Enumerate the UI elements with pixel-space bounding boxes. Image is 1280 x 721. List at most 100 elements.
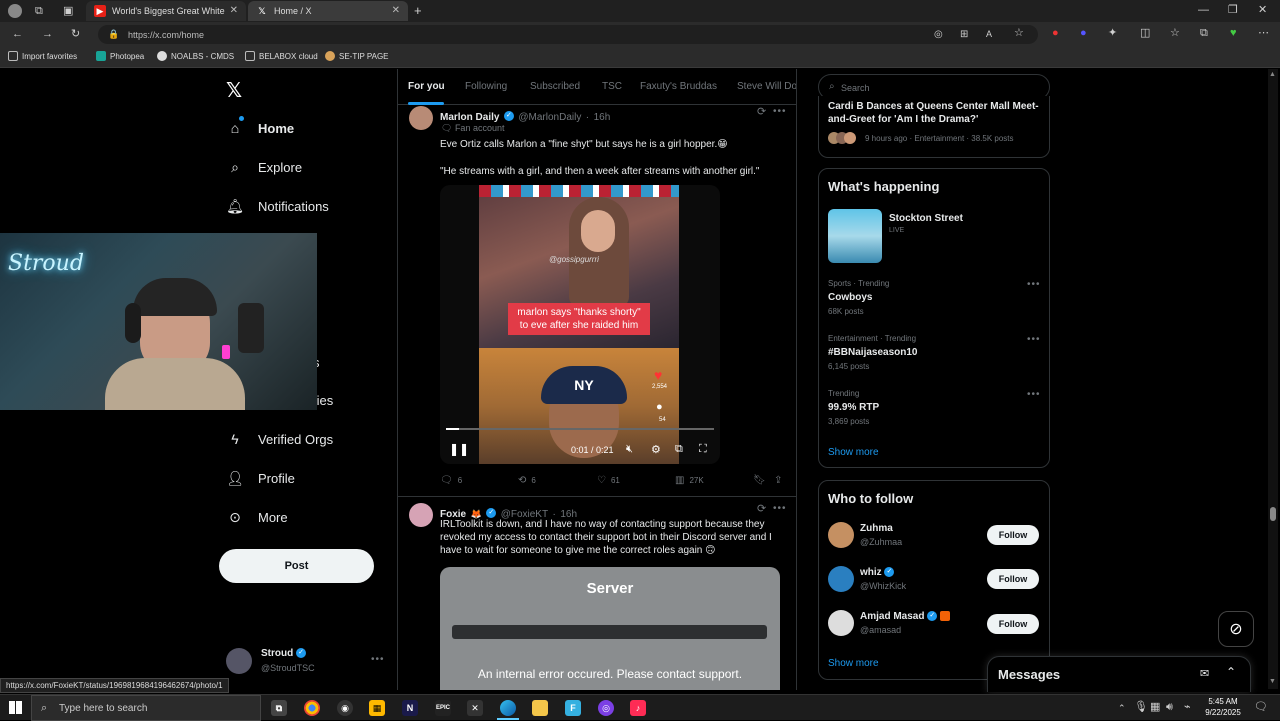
post-foxie[interactable]: Foxie 🦊 ✓ @FoxieKT · 16h ⟳ ••• IRLToolki… bbox=[398, 498, 796, 690]
file-explorer-icon[interactable] bbox=[532, 700, 548, 716]
app-purple-icon[interactable]: ◎ bbox=[598, 700, 614, 716]
follow-button-amjad[interactable]: Follow bbox=[987, 614, 1039, 634]
favorite-star-icon[interactable]: ☆ bbox=[1014, 28, 1024, 39]
tiktok-icon[interactable]: ♪ bbox=[630, 700, 646, 716]
scrollbar-up-icon[interactable]: ▲ bbox=[1269, 71, 1276, 78]
nav-notifications[interactable]: 🔔︎ Notifications bbox=[226, 196, 329, 216]
maximize-icon[interactable]: ❐ bbox=[1228, 5, 1238, 16]
avatar[interactable] bbox=[828, 522, 854, 548]
extensions-icon[interactable]: ✦ bbox=[1108, 28, 1117, 39]
new-message-icon[interactable]: ✉ bbox=[1200, 667, 1209, 680]
obs-icon[interactable]: ◉ bbox=[337, 700, 353, 716]
share-button[interactable]: ⇪ bbox=[774, 475, 787, 486]
tab-steve[interactable]: Steve Will Do bbox=[737, 81, 796, 92]
account-switcher[interactable]: Stroud ✓ @StroudTSC ••• bbox=[226, 646, 386, 676]
avatar[interactable] bbox=[828, 566, 854, 592]
show-more-link[interactable]: Show more bbox=[828, 658, 879, 669]
pip-icon[interactable]: ⧉ bbox=[675, 443, 683, 456]
trend-item[interactable]: Sports · Trending Cowboys 68K posts ••• bbox=[819, 277, 1051, 323]
microphone-icon[interactable]: 🎙︎ bbox=[1134, 702, 1148, 713]
post-marlon-daily[interactable]: Marlon Daily ✓ @MarlonDaily · 16h 🗨︎ Fan… bbox=[398, 105, 796, 497]
settings-gear-icon[interactable]: ⚙ bbox=[651, 443, 661, 456]
page-scrollbar[interactable]: ▲ ▼ bbox=[1268, 69, 1278, 689]
views-button[interactable]: ▥ 27K bbox=[675, 475, 704, 486]
pause-icon[interactable]: ❚❚ bbox=[449, 442, 469, 456]
tray-chevron-icon[interactable]: ⌃ bbox=[1118, 703, 1126, 714]
avatar[interactable] bbox=[828, 610, 854, 636]
follow-button-whiz[interactable]: Follow bbox=[987, 569, 1039, 589]
fav-photopea[interactable]: Photopea bbox=[96, 51, 144, 61]
nav-verified-orgs[interactable]: ϟ Verified Orgs bbox=[226, 429, 333, 449]
fav-noalbs[interactable]: NOALBS - CMDS bbox=[157, 51, 234, 61]
notification-center-icon[interactable]: 🗨︎ bbox=[1254, 702, 1268, 713]
windows-start-icon[interactable] bbox=[9, 701, 22, 714]
nav-more[interactable]: ⊙ More bbox=[226, 507, 288, 527]
new-tab-icon[interactable]: + bbox=[414, 4, 422, 17]
taskbar-search[interactable]: ⌕ Type here to search bbox=[31, 695, 261, 721]
fav-se-tip[interactable]: SE-TIP PAGE bbox=[325, 51, 389, 61]
read-aloud-icon[interactable]: A bbox=[986, 29, 992, 40]
post-more-icon[interactable]: ••• bbox=[773, 106, 787, 117]
copilot-icon[interactable]: ♥ bbox=[1230, 28, 1237, 39]
expand-icon[interactable]: ⌃ bbox=[1226, 665, 1236, 679]
follow-button-zuhma[interactable]: Follow bbox=[987, 525, 1039, 545]
bookmark-button[interactable]: 🔖︎ bbox=[753, 475, 771, 486]
avatar[interactable] bbox=[409, 503, 433, 527]
scrollbar-thumb[interactable] bbox=[1270, 507, 1276, 521]
tray-app-icon[interactable]: ▦ bbox=[1150, 702, 1160, 713]
app-x-icon[interactable]: ✕ bbox=[467, 700, 483, 716]
live-event[interactable]: Stockton Street LIVE bbox=[828, 209, 1043, 265]
close-tab-icon[interactable]: ✕ bbox=[392, 5, 400, 16]
top-news-card[interactable]: Cardi B Dances at Queens Center Mall Mee… bbox=[818, 96, 1050, 158]
favorites-icon[interactable]: ☆ bbox=[1170, 28, 1180, 39]
tab-youtube[interactable]: ▶ World's Biggest Great White Ful ✕ bbox=[86, 1, 246, 21]
tab-for-you[interactable]: For you bbox=[408, 81, 445, 92]
video-player[interactable]: @gossipgurrri marlon says "thanks shorty… bbox=[440, 185, 720, 464]
extension-blue-icon[interactable]: ● bbox=[1080, 28, 1087, 39]
grok-icon[interactable]: ⟳ bbox=[757, 504, 766, 515]
site-info-icon[interactable]: 🔒 bbox=[108, 29, 119, 40]
refresh-icon[interactable]: ↻ bbox=[71, 29, 80, 40]
trend-more-icon[interactable]: ••• bbox=[1027, 279, 1041, 290]
tab-subscribed[interactable]: Subscribed bbox=[530, 81, 580, 92]
workspaces-icon[interactable]: ⧉ bbox=[35, 6, 43, 17]
close-tab-icon[interactable]: ✕ bbox=[230, 5, 238, 16]
app-n-icon[interactable]: N bbox=[402, 700, 418, 716]
repost-button[interactable]: ⟲ 6 bbox=[518, 475, 536, 486]
grok-button[interactable]: ⊘ bbox=[1218, 611, 1254, 647]
trend-item[interactable]: Trending 99.9% RTP 3,869 posts ••• bbox=[819, 387, 1051, 433]
fav-belabox[interactable]: BELABOX cloud bbox=[245, 51, 318, 61]
messages-drawer[interactable]: Messages ✉ ⌃ bbox=[987, 656, 1251, 692]
close-window-icon[interactable]: ✕ bbox=[1258, 5, 1267, 16]
app-f-icon[interactable]: F bbox=[565, 700, 581, 716]
collections-icon[interactable]: ⧉ bbox=[1200, 28, 1208, 39]
tab-x-home[interactable]: 𝕏 Home / X ✕ bbox=[248, 1, 408, 21]
tab-following[interactable]: Following bbox=[465, 81, 507, 92]
search-input[interactable]: Search bbox=[841, 83, 870, 93]
app-icon[interactable]: ⊞ bbox=[960, 29, 968, 40]
split-screen-icon[interactable]: ◫ bbox=[1140, 28, 1150, 39]
forward-icon[interactable]: → bbox=[42, 29, 53, 40]
extension-red-icon[interactable]: ● bbox=[1052, 28, 1059, 39]
mute-icon[interactable]: 🔇︎ bbox=[626, 443, 633, 456]
minimize-icon[interactable]: — bbox=[1198, 5, 1209, 16]
nav-home[interactable]: ⌂ Home bbox=[226, 116, 294, 138]
x-logo[interactable]: 𝕏 bbox=[226, 78, 242, 103]
fullscreen-icon[interactable]: ⛶ bbox=[699, 443, 707, 456]
account-more-icon[interactable]: ••• bbox=[371, 654, 385, 665]
show-more-link[interactable]: Show more bbox=[828, 447, 879, 458]
post-more-icon[interactable]: ••• bbox=[773, 503, 787, 514]
tab-tsc[interactable]: TSC bbox=[602, 81, 622, 92]
volume-icon[interactable]: 🔊︎ bbox=[1166, 702, 1173, 713]
like-button[interactable]: ♡ 61 bbox=[597, 475, 620, 486]
fav-import[interactable]: Import favorites bbox=[8, 51, 77, 61]
edge-icon[interactable] bbox=[500, 700, 516, 716]
location-icon[interactable]: ◎ bbox=[934, 29, 943, 40]
trend-more-icon[interactable]: ••• bbox=[1027, 334, 1041, 345]
store-icon[interactable]: ▦ bbox=[369, 700, 385, 716]
video-progress-track[interactable] bbox=[446, 428, 714, 430]
scrollbar-down-icon[interactable]: ▼ bbox=[1269, 678, 1276, 685]
chrome-icon[interactable] bbox=[304, 700, 320, 716]
url-field[interactable]: 🔒 https://x.com/home ◎ ⊞ A ☆ bbox=[98, 25, 1038, 44]
network-icon[interactable]: ⌁ bbox=[1184, 702, 1191, 713]
